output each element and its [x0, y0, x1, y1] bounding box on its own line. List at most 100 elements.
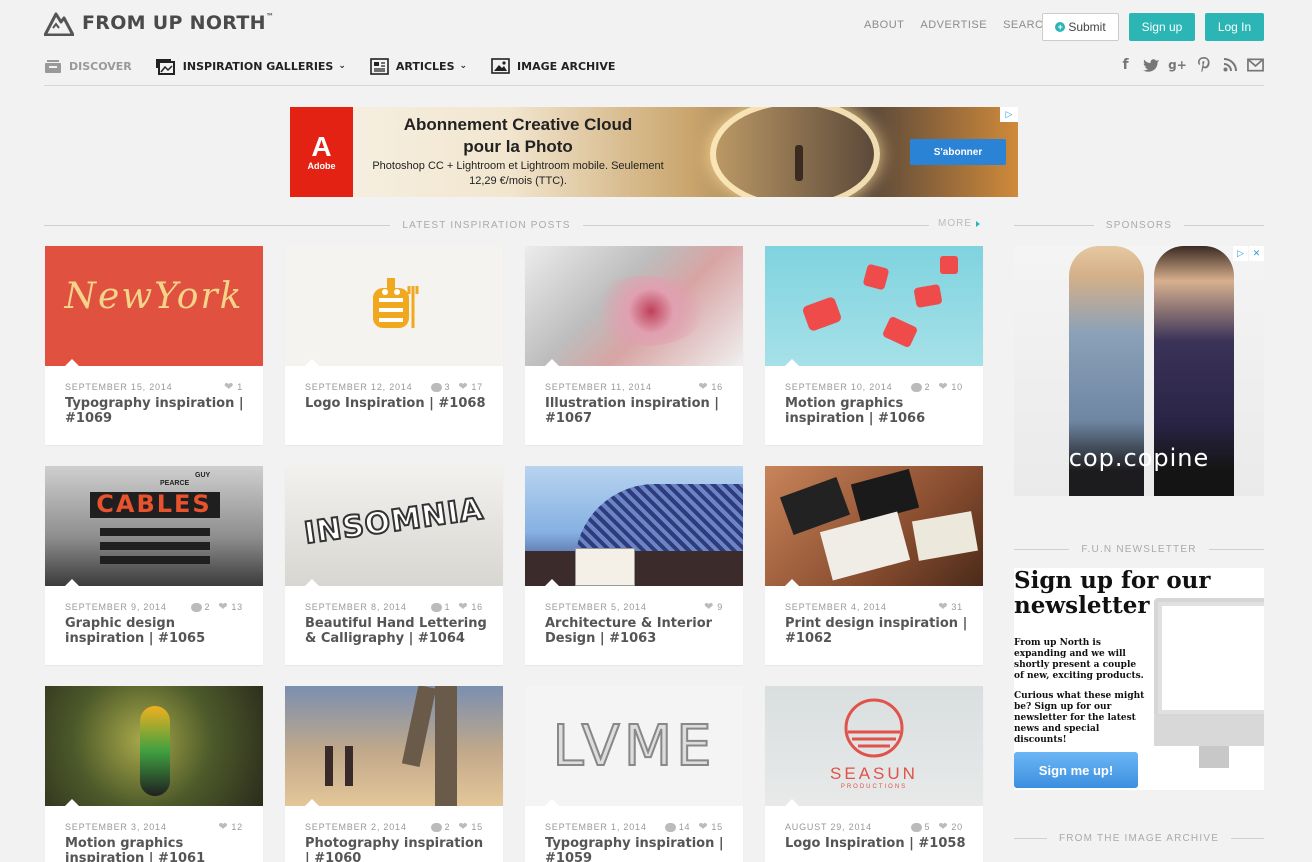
post-title[interactable]: Architecture & Interior Design | #1063: [545, 616, 729, 646]
post-thumbnail[interactable]: [285, 246, 503, 366]
like-count[interactable]: ❤ 12: [218, 821, 243, 832]
post-meta: SEPTEMBER 3, 2014 ❤ 12: [65, 821, 243, 832]
comment-count-value: 3: [444, 382, 451, 392]
post-card[interactable]: INSOMNIA SEPTEMBER 8, 2014 1 ❤ 16 Beautiful H…: [285, 466, 503, 665]
like-count[interactable]: ❤ 31: [938, 601, 963, 612]
newsletter-signup-button[interactable]: Sign me up!: [1014, 752, 1138, 788]
comment-count[interactable]: 2: [190, 602, 211, 612]
post-thumbnail[interactable]: [45, 686, 263, 806]
adchoices-icon[interactable]: ▷: [1233, 246, 1248, 261]
post-title[interactable]: Motion graphics inspiration | #1066: [785, 396, 969, 426]
more-label: MORE: [938, 218, 972, 229]
post-date: SEPTEMBER 8, 2014: [305, 602, 407, 612]
post-title[interactable]: Typography inspiration | #1059: [545, 836, 729, 862]
mail-icon[interactable]: [1247, 56, 1264, 73]
comment-count[interactable]: 5: [910, 822, 931, 832]
like-count[interactable]: ❤ 9: [704, 601, 723, 612]
comment-icon: [664, 822, 676, 832]
thumbnail-notch: [785, 799, 799, 806]
comment-count[interactable]: 2: [910, 382, 931, 392]
post-card[interactable]: SEPTEMBER 4, 2014 ❤ 31 Print design inspira…: [765, 466, 983, 665]
like-count[interactable]: ❤ 15: [698, 821, 723, 832]
like-count[interactable]: ❤ 17: [458, 381, 483, 392]
comment-count[interactable]: 3: [430, 382, 451, 392]
facebook-icon[interactable]: f: [1117, 56, 1134, 73]
about-link[interactable]: ABOUT: [864, 19, 904, 31]
like-count-value: 10: [951, 382, 963, 392]
post-card[interactable]: LVME SEPTEMBER 1, 2014 14 ❤ 15 Typography ins…: [525, 686, 743, 862]
post-card[interactable]: GUY PEARCE CABLES SEPTEMBER 9, 2014 2 ❤ 13 Grap…: [45, 466, 263, 665]
post-card[interactable]: SEASUN PRODUCTIONS AUGUST 29, 2014 5 ❤ 20 Logo…: [765, 686, 983, 862]
viking-logo-illustration: [373, 278, 419, 328]
like-count-value: 31: [951, 602, 963, 612]
post-thumbnail[interactable]: NewYork: [45, 246, 263, 366]
thumbnail-notch: [65, 359, 79, 366]
post-card[interactable]: SEPTEMBER 12, 2014 3 ❤ 17 Logo Inspiration |…: [285, 246, 503, 445]
sponsor-ad[interactable]: cop.copine ▷ ✕: [1014, 246, 1264, 496]
post-card[interactable]: SEPTEMBER 11, 2014 ❤ 16 Illustration inspir…: [525, 246, 743, 445]
close-icon[interactable]: ✕: [1249, 246, 1264, 261]
post-title[interactable]: Logo Inspiration | #1058: [785, 836, 969, 851]
post-thumbnail[interactable]: INSOMNIA: [285, 466, 503, 586]
like-count[interactable]: ❤ 16: [698, 381, 723, 392]
twitter-icon[interactable]: [1143, 56, 1160, 73]
post-card[interactable]: NewYork SEPTEMBER 15, 2014 ❤ 1 Typography in…: [45, 246, 263, 445]
nav-image-archive[interactable]: IMAGE ARCHIVE: [491, 58, 615, 74]
post-counts: 1 ❤ 16: [430, 601, 483, 612]
comment-icon: [190, 602, 202, 612]
adobe-label: Adobe: [307, 161, 336, 171]
post-title[interactable]: Typography inspiration | #1069: [65, 396, 249, 426]
post-card[interactable]: SEPTEMBER 5, 2014 ❤ 9 Architecture & Interi…: [525, 466, 743, 665]
post-thumbnail[interactable]: SEASUN PRODUCTIONS: [765, 686, 983, 806]
post-thumbnail[interactable]: [285, 686, 503, 806]
advertise-link[interactable]: ADVERTISE: [920, 19, 987, 31]
post-title[interactable]: Print design inspiration | #1062: [785, 616, 969, 646]
nav-discover[interactable]: DISCOVER: [44, 59, 132, 74]
latest-posts-label: LATEST INSPIRATION POSTS: [402, 219, 571, 231]
brand-name: FROM UP NORTH™: [82, 12, 275, 34]
like-count-value: 9: [717, 602, 723, 612]
comment-count[interactable]: 14: [664, 822, 691, 832]
like-count[interactable]: ❤ 10: [938, 381, 963, 392]
nav-inspiration-galleries[interactable]: INSPIRATION GALLERIES ⌄: [155, 58, 346, 75]
google-plus-icon[interactable]: g+: [1168, 56, 1187, 73]
like-count[interactable]: ❤ 13: [218, 601, 243, 612]
creative-cloud-ad-banner[interactable]: A Adobe Abonnement Creative Cloud pour l…: [290, 107, 1018, 197]
post-thumbnail[interactable]: [525, 246, 743, 366]
like-count[interactable]: ❤ 1: [224, 381, 243, 392]
submit-button[interactable]: + Submit: [1042, 13, 1119, 41]
post-card[interactable]: SEPTEMBER 2, 2014 2 ❤ 15 Photography inspira…: [285, 686, 503, 862]
like-count[interactable]: ❤ 15: [458, 821, 483, 832]
pinterest-icon[interactable]: [1195, 56, 1212, 73]
post-card[interactable]: SEPTEMBER 10, 2014 2 ❤ 10 Motion graphics in…: [765, 246, 983, 445]
post-thumbnail[interactable]: [765, 246, 983, 366]
post-title[interactable]: Motion graphics inspiration | #1061: [65, 836, 249, 862]
comment-count[interactable]: 2: [430, 822, 451, 832]
more-link[interactable]: MORE: [938, 218, 980, 229]
post-title[interactable]: Photography inspiration | #1060: [305, 836, 489, 862]
newsletter-paragraph-1: From up North is expanding and we will s…: [1014, 638, 1144, 681]
post-card[interactable]: SEPTEMBER 3, 2014 ❤ 12 Motion graphics insp…: [45, 686, 263, 862]
comment-count[interactable]: 1: [430, 602, 451, 612]
signup-button[interactable]: Sign up: [1129, 13, 1195, 41]
site-logo[interactable]: FROM UP NORTH™: [44, 9, 274, 37]
post-thumbnail[interactable]: LVME: [525, 686, 743, 806]
post-title[interactable]: Illustration inspiration | #1067: [545, 396, 729, 426]
login-button[interactable]: Log In: [1205, 13, 1264, 41]
post-title[interactable]: Logo Inspiration | #1068: [305, 396, 489, 411]
post-thumbnail[interactable]: GUY PEARCE CABLES: [45, 466, 263, 586]
post-thumbnail[interactable]: [765, 466, 983, 586]
image-icon: [491, 58, 510, 74]
ad-subscribe-button[interactable]: S'abonner: [910, 139, 1006, 165]
rss-icon[interactable]: [1221, 56, 1238, 73]
ad-title-line2: pour la Photo: [463, 137, 573, 156]
thumbnail-notch: [65, 799, 79, 806]
like-count[interactable]: ❤ 20: [938, 821, 963, 832]
like-count[interactable]: ❤ 16: [458, 601, 483, 612]
post-title[interactable]: Beautiful Hand Lettering & Calligraphy |…: [305, 616, 489, 646]
nav-articles[interactable]: ARTICLES ⌄: [370, 57, 467, 75]
thumbnail-notch: [305, 799, 319, 806]
post-title[interactable]: Graphic design inspiration | #1065: [65, 616, 249, 646]
adchoices-icon[interactable]: ▷: [1000, 107, 1018, 122]
post-thumbnail[interactable]: [525, 466, 743, 586]
